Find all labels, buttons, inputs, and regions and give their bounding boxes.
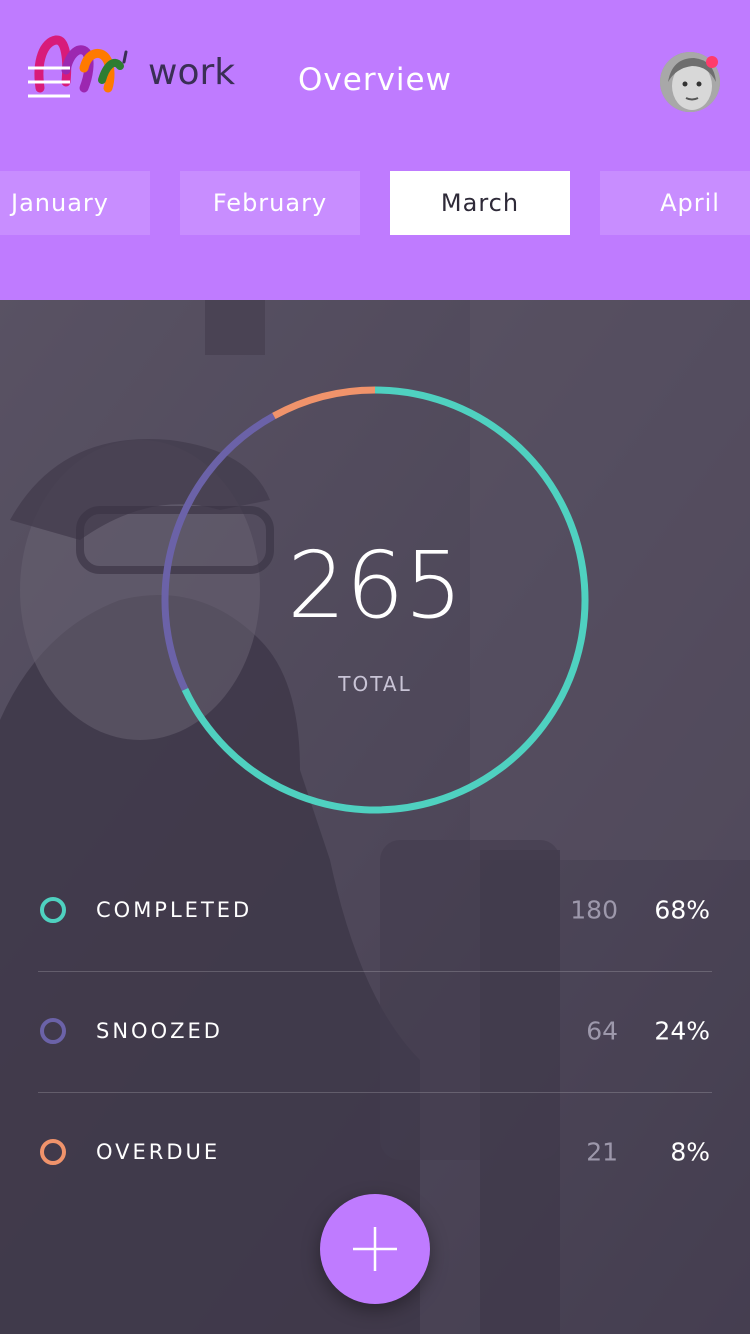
app-screen: work Overview January February March Apr… [0,0,750,1334]
stat-row-snoozed[interactable]: SNOOZED 64 24% [38,971,712,1091]
stat-label: COMPLETED [96,898,253,922]
stat-percent: 8% [670,1137,710,1167]
stat-percent: 24% [654,1016,710,1046]
tab-month-february[interactable]: February [180,171,360,235]
tab-month-january[interactable]: January [0,171,150,235]
donut-segment-overdue [272,386,376,420]
status-ring-icon [40,897,66,923]
tab-month-april[interactable]: April [600,171,750,235]
total-label: TOTAL [338,672,412,696]
notification-dot [706,56,718,68]
stat-count: 180 [570,895,618,925]
stat-row-completed[interactable]: COMPLETED 180 68% [38,850,712,970]
status-ring-icon [40,1018,66,1044]
plus-icon [353,1227,397,1271]
app-header: work Overview January February March Apr… [0,0,750,300]
page-title: Overview [298,62,452,98]
stat-count: 64 [586,1016,618,1046]
add-button[interactable] [320,1194,430,1304]
stat-label: SNOOZED [96,1019,223,1043]
status-ring-icon [40,1139,66,1165]
total-count: 265 [287,532,463,639]
stat-label: OVERDUE [96,1140,221,1164]
stat-percent: 68% [654,895,710,925]
stat-count: 21 [586,1137,618,1167]
tab-month-march[interactable]: March [390,171,570,235]
